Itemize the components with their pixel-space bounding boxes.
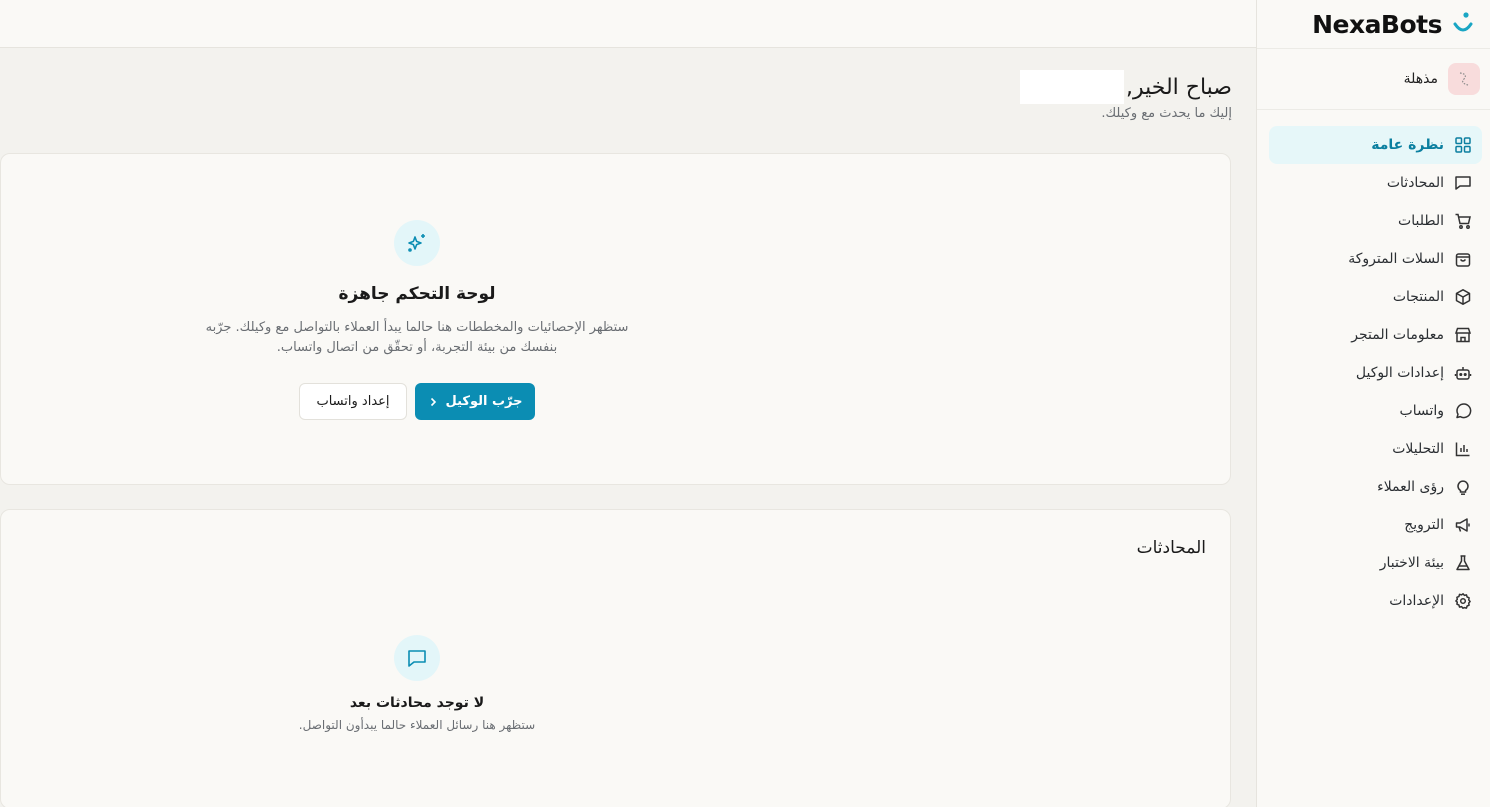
sidebar-item-agent-settings[interactable]: إعدادات الوكيل — [1269, 354, 1482, 392]
sidebar-item-analytics[interactable]: التحليلات — [1269, 430, 1482, 468]
conversations-card: المحادثات لا توجد محادثات بعد ستظهر هنا … — [0, 509, 1231, 807]
sidebar-item-label: إعدادات الوكيل — [1355, 365, 1444, 381]
greeting-title-row: صباح الخير, — [1019, 70, 1232, 104]
sidebar-item-label: السلات المتروكة — [1348, 251, 1444, 267]
box-icon — [1454, 288, 1472, 306]
try-agent-label: جرّب الوكيل — [445, 394, 523, 409]
store-icon — [1454, 326, 1472, 344]
bar-chart-icon — [1454, 440, 1472, 458]
dashboard-ready-title: لوحة التحكم جاهزة — [338, 284, 496, 304]
store-name: مذهلة — [1403, 71, 1438, 87]
chat-icon — [1454, 174, 1472, 192]
setup-whatsapp-button[interactable]: إعداد واتساب — [299, 383, 407, 420]
store-avatar — [1448, 63, 1480, 95]
sidebar-item-store-info[interactable]: معلومات المتجر — [1269, 316, 1482, 354]
dashboard-ready-description: ستظهر الإحصائيات والمخططات هنا حالما يبد… — [205, 320, 629, 355]
empty-chat-icon — [394, 635, 440, 681]
sidebar-item-label: الإعدادات — [1389, 593, 1444, 609]
conversations-title: المحادثات — [1136, 538, 1206, 558]
sidebar-item-label: واتساب — [1399, 403, 1444, 419]
sidebar-item-products[interactable]: المنتجات — [1269, 278, 1482, 316]
try-agent-button[interactable]: جرّب الوكيل — [415, 383, 535, 420]
dashboard-ready-card: لوحة التحكم جاهزة ستظهر الإحصائيات والمخ… — [0, 153, 1231, 485]
megaphone-icon — [1454, 516, 1472, 534]
empty-conversations-title: لا توجد محادثات بعد — [349, 695, 485, 711]
sidebar-item-overview[interactable]: نظرة عامة — [1269, 126, 1482, 164]
sidebar-item-orders[interactable]: الطلبات — [1269, 202, 1482, 240]
whatsapp-icon — [1454, 402, 1472, 420]
greeting-title: صباح الخير, — [1125, 74, 1232, 100]
top-bar — [0, 0, 1256, 48]
greeting: صباح الخير, إليك ما يحدث مع وكيلك. — [1019, 70, 1232, 121]
sidebar-item-label: بيئة الاختبار — [1379, 555, 1444, 571]
sidebar-item-customer-insights[interactable]: رؤى العملاء — [1269, 468, 1482, 506]
bot-icon — [1454, 364, 1472, 382]
brand-name: NexaBots — [1312, 9, 1442, 39]
store-switcher[interactable]: مذهلة — [1257, 48, 1490, 110]
sidebar-item-test-environment[interactable]: بيئة الاختبار — [1269, 544, 1482, 582]
sidebar-item-promotion[interactable]: الترويج — [1269, 506, 1482, 544]
sidebar-item-label: رؤى العملاء — [1377, 479, 1444, 495]
bag-icon — [1454, 250, 1472, 268]
store-logo-icon — [1459, 72, 1469, 86]
flask-icon — [1454, 554, 1472, 572]
lightbulb-icon — [1454, 478, 1472, 496]
sidebar-item-conversations[interactable]: المحادثات — [1269, 164, 1482, 202]
gear-icon — [1454, 592, 1472, 610]
sidebar-item-whatsapp[interactable]: واتساب — [1269, 392, 1482, 430]
chevron-right-icon — [430, 397, 436, 406]
sidebar: NexaBots مذهلة نظرة عامة المحادثات الطلب… — [1256, 0, 1490, 807]
sparkles-icon — [394, 220, 440, 266]
greeting-subtitle: إليك ما يحدث مع وكيلك. — [1101, 106, 1232, 121]
cart-icon — [1454, 212, 1472, 230]
sidebar-nav: نظرة عامة المحادثات الطلبات السلات المتر… — [1257, 110, 1490, 620]
sidebar-item-label: المنتجات — [1392, 289, 1444, 305]
user-name-redacted — [1019, 70, 1124, 104]
empty-conversations-description: ستظهر هنا رسائل العملاء حالما يبدأون الت… — [298, 718, 536, 732]
sidebar-item-label: التحليلات — [1392, 441, 1444, 457]
brand-logo-icon — [1453, 12, 1473, 32]
sidebar-item-abandoned-carts[interactable]: السلات المتروكة — [1269, 240, 1482, 278]
sidebar-item-label: معلومات المتجر — [1351, 327, 1444, 343]
brand[interactable]: NexaBots — [1257, 0, 1490, 48]
sidebar-item-label: نظرة عامة — [1371, 137, 1444, 153]
sidebar-item-label: المحادثات — [1386, 175, 1444, 191]
grid-icon — [1454, 136, 1472, 154]
sidebar-item-label: الترويج — [1404, 517, 1444, 533]
sidebar-item-settings[interactable]: الإعدادات — [1269, 582, 1482, 620]
sidebar-item-label: الطلبات — [1398, 213, 1444, 229]
